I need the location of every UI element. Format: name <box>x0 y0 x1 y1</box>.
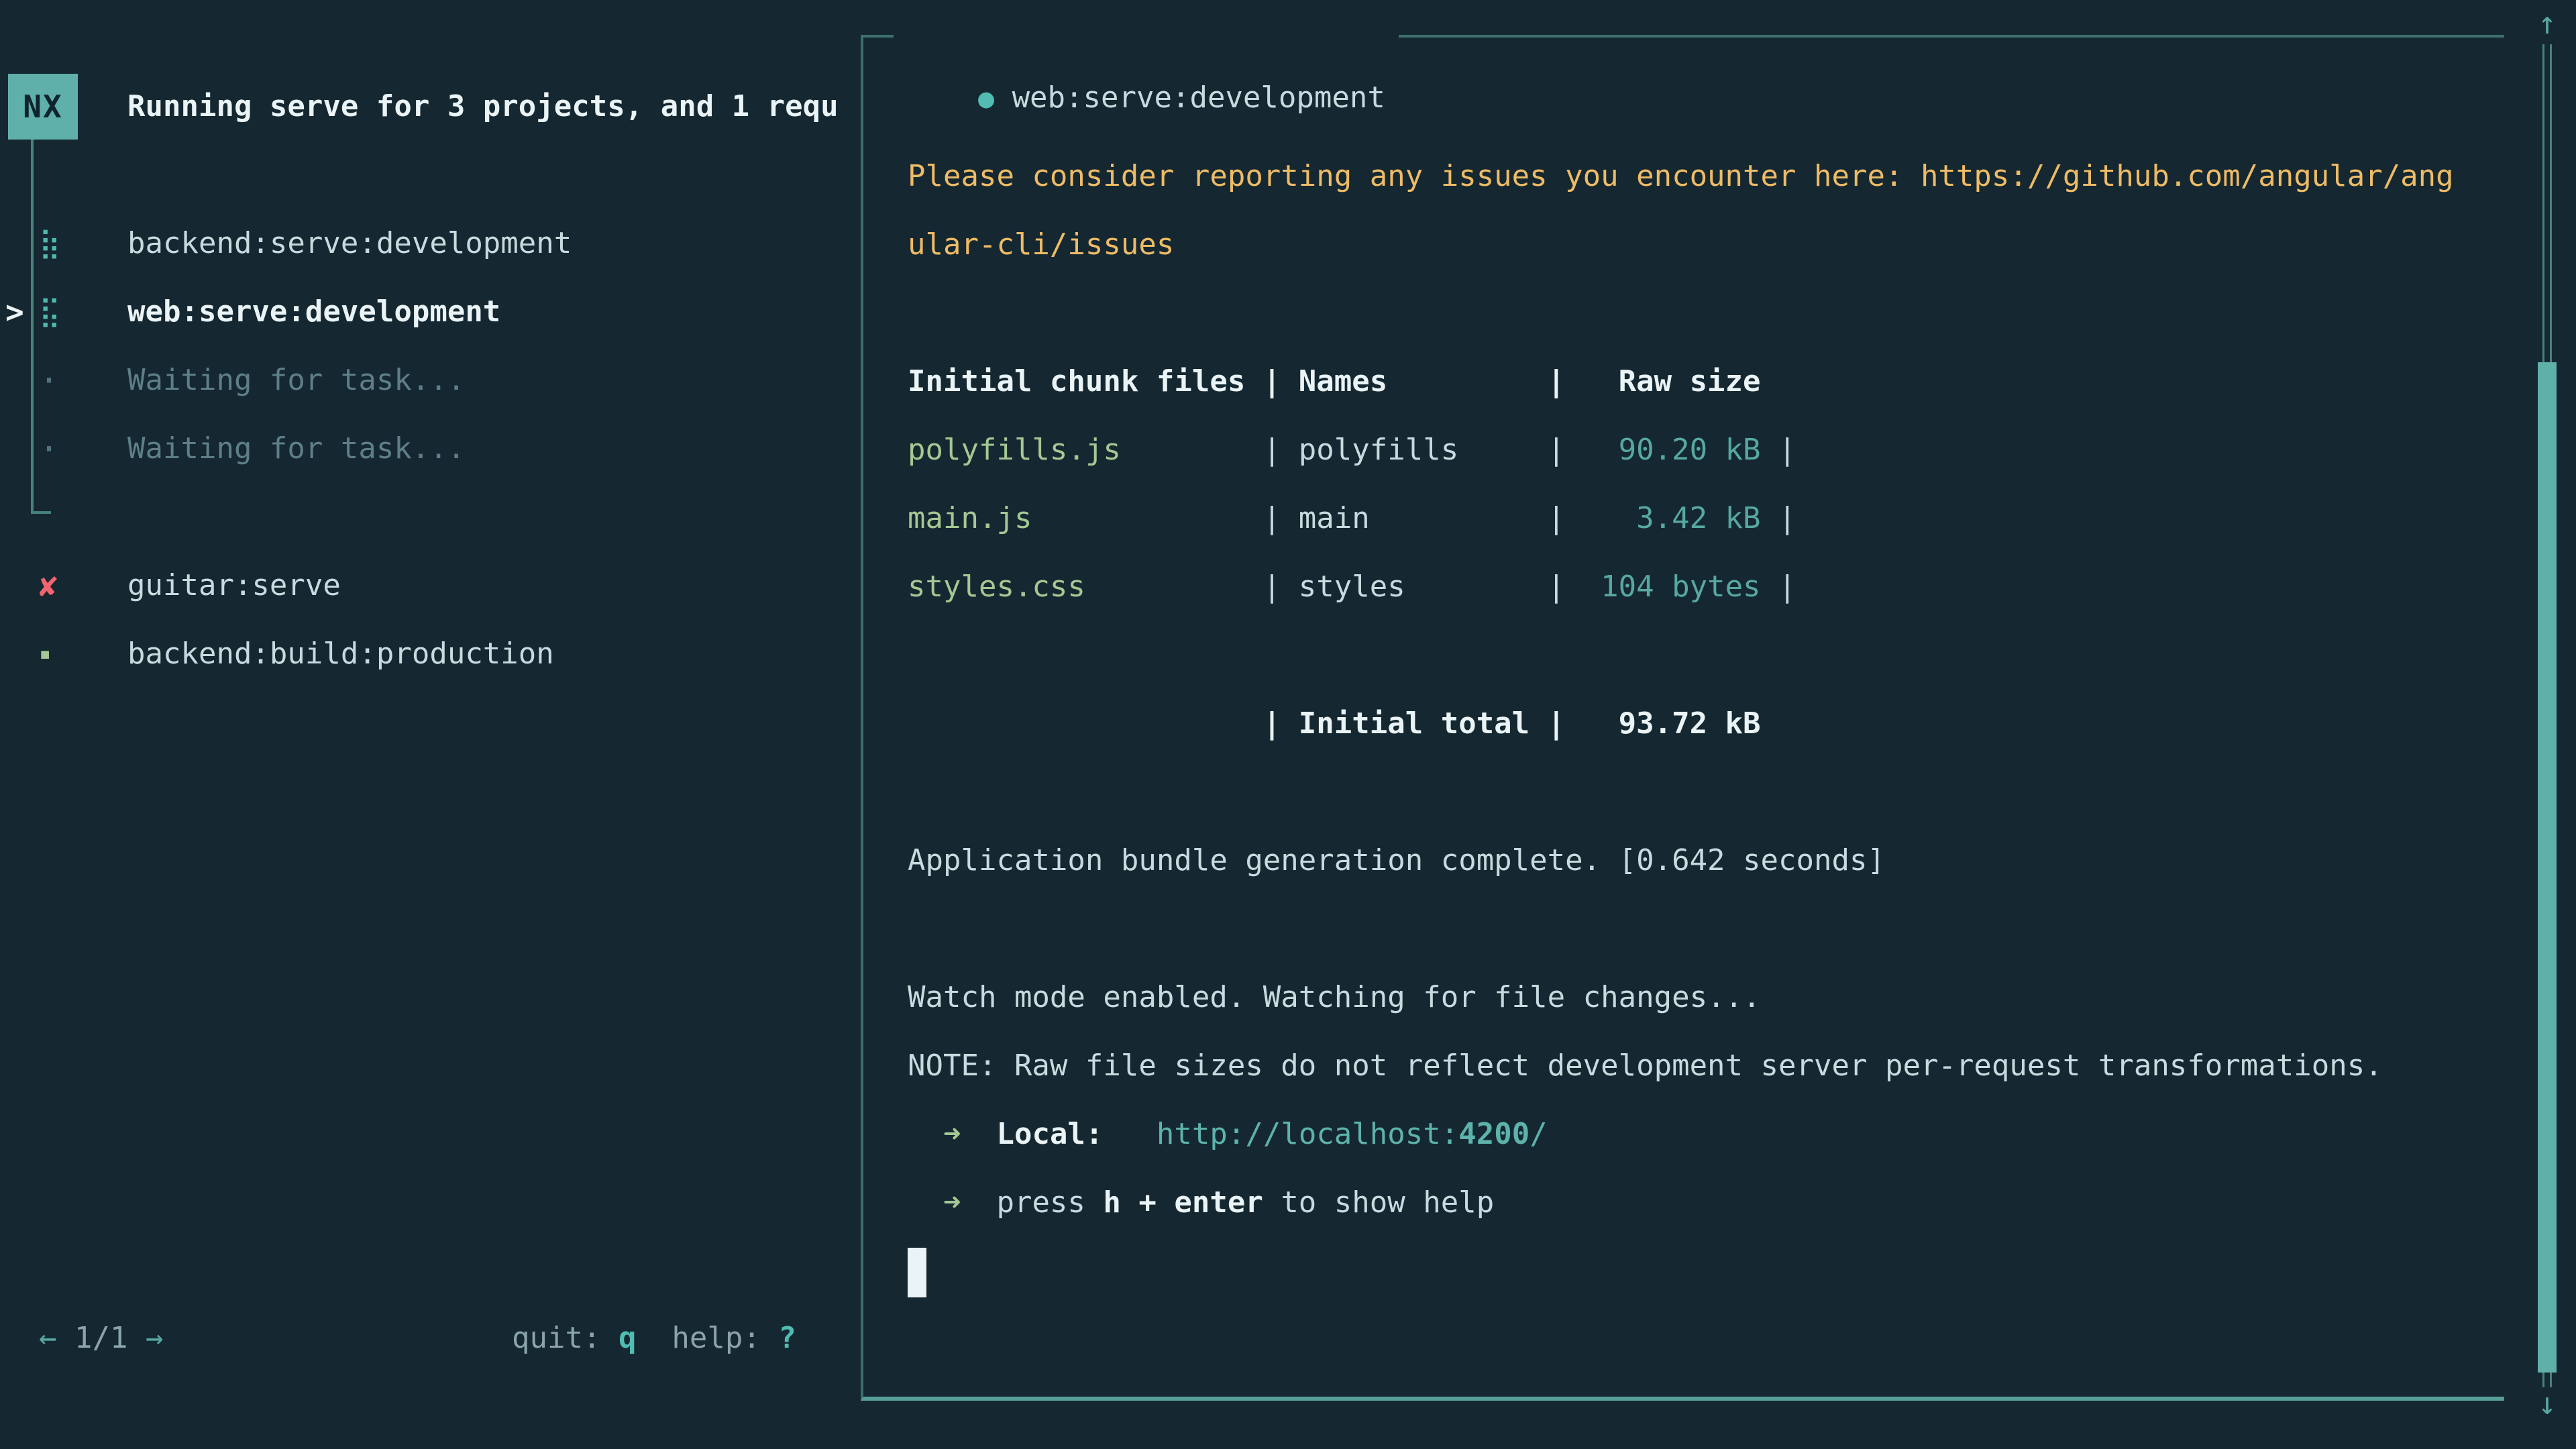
text-segment: | styles | <box>1085 570 1565 604</box>
text-segment: 3.42 kB <box>1565 501 1760 535</box>
text-segment: 1/1 <box>57 1321 146 1355</box>
text-segment: → <box>146 1321 164 1355</box>
terminal-line: | Initial total | 93.72 kB <box>908 690 2491 758</box>
nx-tui-screen: NX Running serve for 3 projects, and 1 r… <box>0 0 2576 1449</box>
pagination[interactable]: ← 1/1 → <box>39 1304 163 1373</box>
terminal-line <box>908 621 2491 690</box>
terminal-line <box>908 279 2491 347</box>
pending-dot-icon: · <box>39 346 86 415</box>
run-summary-header: Running serve for 3 projects, and 1 requ <box>127 72 859 141</box>
text-segment: NOTE: Raw file sizes do not reflect deve… <box>908 1049 2383 1083</box>
terminal-line: polyfills.js | polyfills | 90.20 kB | <box>908 416 2491 484</box>
terminal-line: styles.css | styles | 104 bytes | <box>908 553 2491 621</box>
task-item-waiting-1[interactable]: · Waiting for task... <box>0 346 861 415</box>
running-dot-icon: ● <box>978 83 994 114</box>
text-segment: 104 bytes <box>1565 570 1760 604</box>
stopped-square-icon: ▪ <box>39 620 86 688</box>
scroll-down-icon[interactable]: ↓ <box>2529 1383 2565 1424</box>
task-label: Waiting for task... <box>127 415 465 483</box>
text-segment <box>908 1117 943 1151</box>
text-segment: Application bundle generation complete. … <box>908 843 1885 877</box>
text-segment: | <box>1761 501 1796 535</box>
text-segment <box>908 1185 943 1220</box>
task-label: Waiting for task... <box>127 346 465 415</box>
task-label: backend:serve:development <box>127 209 572 278</box>
text-segment: | Initial total | 93.72 kB <box>908 706 1761 741</box>
panel-title-text: web:serve:development <box>1012 80 1385 115</box>
local-url-link[interactable]: / <box>1529 1117 1548 1151</box>
text-segment: | <box>1761 433 1796 467</box>
terminal-cursor <box>908 1248 926 1297</box>
task-group-guide-corner <box>31 511 51 514</box>
text-segment: Initial chunk files | Names | Raw size <box>908 364 1761 398</box>
text-segment: to show help <box>1263 1185 1494 1220</box>
failed-cross-icon: ✘ <box>39 551 86 620</box>
task-item-backend-serve[interactable]: ⣷ backend:serve:development <box>0 209 861 278</box>
task-label: guitar:serve <box>127 551 341 620</box>
text-segment: ular-cli/issues <box>908 227 1174 262</box>
text-segment: polyfills.js <box>908 433 1121 467</box>
text-segment: | main | <box>1032 501 1565 535</box>
text-segment: ➜ <box>943 1117 961 1151</box>
text-segment: Please consider reporting any issues you… <box>908 159 2454 193</box>
terminal-line: ➜ Local: http://localhost:4200/ <box>908 1100 2491 1169</box>
text-segment: ← <box>39 1321 57 1355</box>
terminal-line: ular-cli/issues <box>908 211 2491 279</box>
text-segment: | <box>1761 570 1796 604</box>
terminal-line: main.js | main | 3.42 kB | <box>908 484 2491 553</box>
terminal-line: ➜ press h + enter to show help <box>908 1169 2491 1237</box>
terminal-line: NOTE: Raw file sizes do not reflect deve… <box>908 1032 2491 1100</box>
task-label: web:serve:development <box>127 278 500 346</box>
nx-logo: NX <box>8 74 78 140</box>
text-segment: help: <box>636 1321 778 1355</box>
terminal-line <box>908 758 2491 826</box>
terminal-line: Initial chunk files | Names | Raw size <box>908 347 2491 416</box>
local-url-link[interactable]: http://localhost: <box>1157 1117 1458 1151</box>
terminal-line <box>908 1237 2491 1305</box>
terminal-line: Please consider reporting any issues you… <box>908 142 2491 211</box>
terminal-output: Please consider reporting any issues you… <box>908 142 2491 1305</box>
text-segment <box>1103 1117 1156 1151</box>
task-item-web-serve[interactable]: ⣯ web:serve:development <box>0 278 861 346</box>
text-segment: press <box>961 1185 1103 1220</box>
panel-title: ● web:serve:development <box>894 5 1399 67</box>
text-segment: styles.css <box>908 570 1085 604</box>
terminal-line: Watch mode enabled. Watching for file ch… <box>908 963 2491 1032</box>
text-segment: quit: <box>512 1321 619 1355</box>
task-item-waiting-2[interactable]: · Waiting for task... <box>0 415 861 483</box>
pending-dot-icon: · <box>39 415 86 483</box>
terminal-line <box>908 895 2491 963</box>
scroll-up-icon[interactable]: ↑ <box>2529 3 2565 43</box>
text-segment <box>961 1117 996 1151</box>
text-segment: main.js <box>908 501 1032 535</box>
text-segment: 90.20 kB <box>1565 433 1760 467</box>
text-segment: Watch mode enabled. Watching for file ch… <box>908 980 1761 1014</box>
shortcut-hints: quit: q help: ? <box>512 1304 796 1373</box>
spinner-icon: ⣯ <box>39 278 86 346</box>
text-segment: ➜ <box>943 1185 961 1220</box>
text-segment: Local: <box>996 1117 1103 1151</box>
task-item-backend-build[interactable]: ▪ backend:build:production <box>0 620 861 688</box>
text-segment: q <box>619 1321 637 1355</box>
scrollbar-thumb[interactable] <box>2538 362 2557 1373</box>
text-segment: h + enter <box>1103 1185 1263 1220</box>
terminal-line: Application bundle generation complete. … <box>908 826 2491 895</box>
text-segment: | polyfills | <box>1121 433 1565 467</box>
text-segment: ? <box>778 1321 796 1355</box>
spinner-icon: ⣷ <box>39 209 86 278</box>
task-item-guitar-serve[interactable]: ✘ guitar:serve <box>0 551 861 620</box>
task-label: backend:build:production <box>127 620 554 688</box>
local-url-link[interactable]: 4200 <box>1458 1117 1529 1151</box>
